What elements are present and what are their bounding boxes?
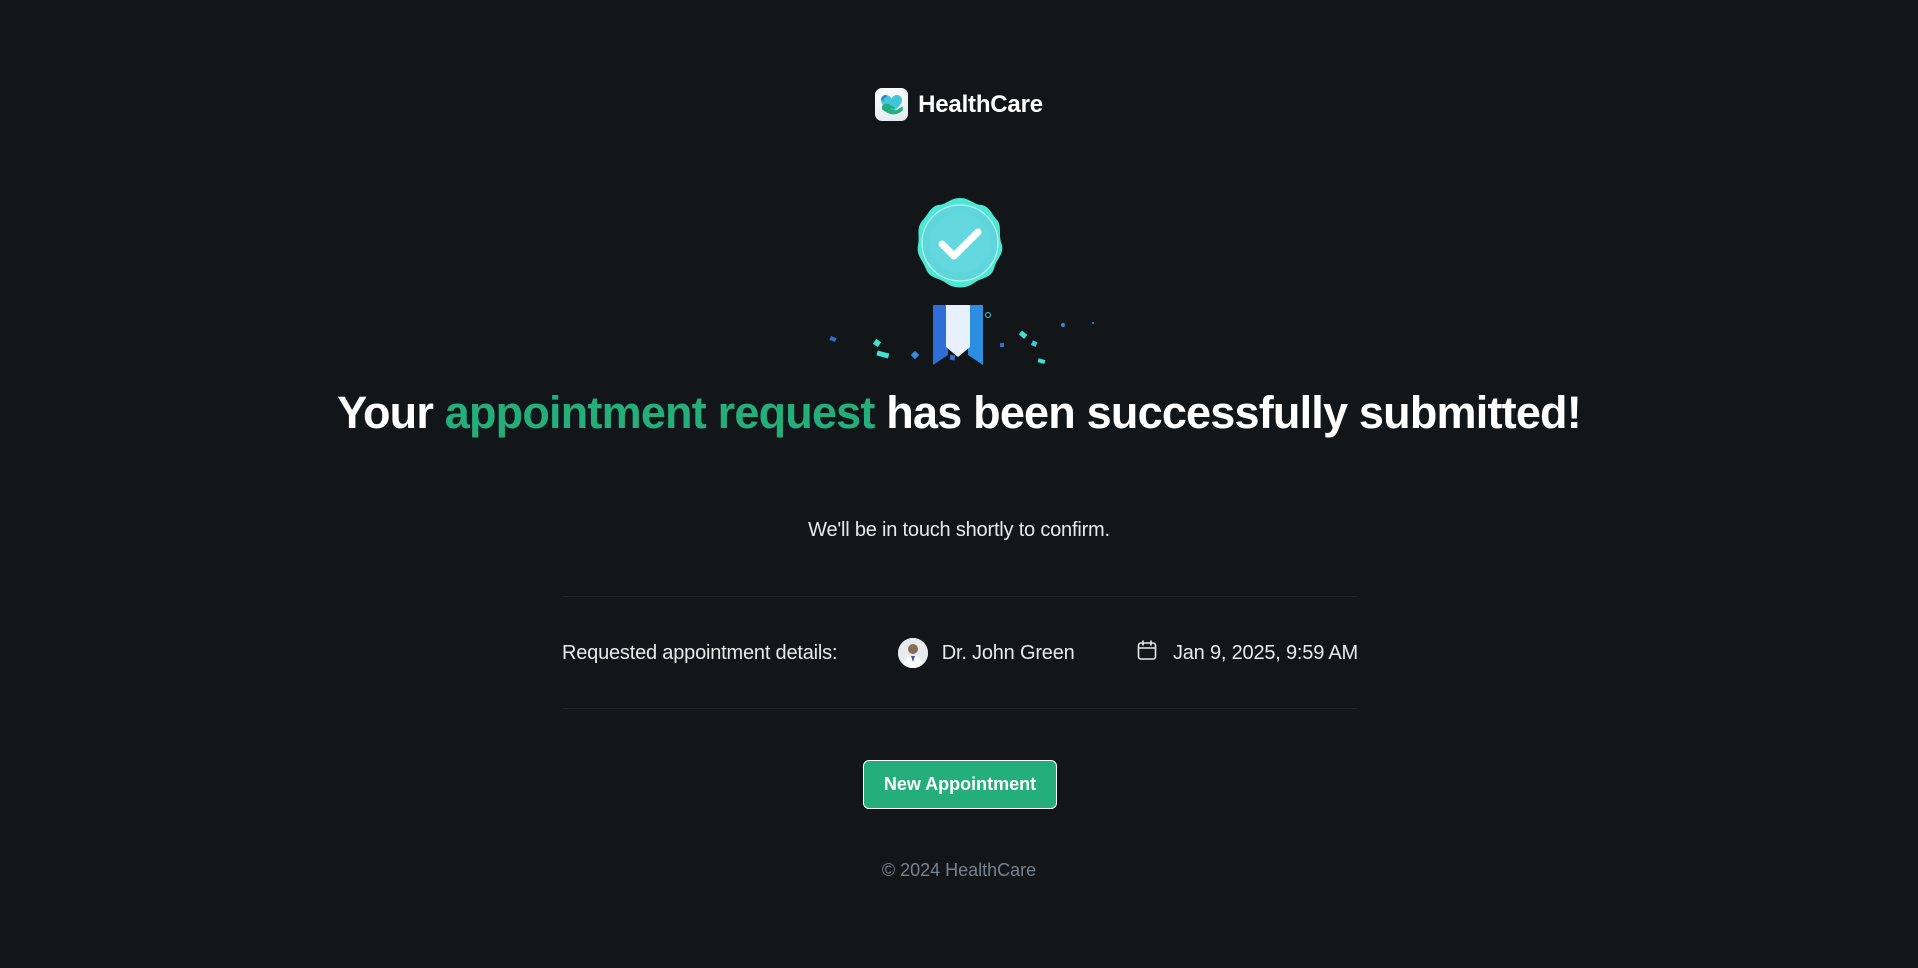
doctor-avatar bbox=[897, 638, 928, 668]
calendar-icon bbox=[1135, 638, 1159, 668]
appointment-details: Requested appointment details: Dr. John … bbox=[562, 633, 1358, 673]
success-page: HealthCare Your appointment request has … bbox=[0, 0, 1918, 968]
copyright: © 2024 HealthCare bbox=[881, 860, 1037, 880]
appointment-date: Jan 9, 2025, 9:59 AM bbox=[1172, 641, 1358, 664]
brand-header[interactable]: HealthCare bbox=[0, 88, 1918, 121]
success-badge-icon bbox=[820, 195, 1100, 375]
heart-hands-logo-icon bbox=[875, 88, 909, 121]
headline-accent: appointment request bbox=[444, 387, 876, 438]
new-appointment-button[interactable]: New Appointment bbox=[863, 760, 1057, 809]
details-label: Requested appointment details: bbox=[562, 641, 838, 664]
brand-name: HealthCare bbox=[918, 90, 1043, 118]
doctor-info: Dr. John Green bbox=[897, 638, 1075, 668]
headline-text-end: has been successfully submitted! bbox=[874, 387, 1581, 438]
appointment-datetime: Jan 9, 2025, 9:59 AM bbox=[1135, 638, 1358, 668]
success-headline: Your appointment request has been succes… bbox=[0, 388, 1918, 438]
headline-text-start: Your bbox=[337, 387, 445, 438]
divider bbox=[562, 596, 1358, 597]
doctor-name: Dr. John Green bbox=[941, 641, 1075, 664]
divider bbox=[562, 708, 1358, 709]
confirmation-subtext: We'll be in touch shortly to confirm. bbox=[808, 519, 1110, 541]
